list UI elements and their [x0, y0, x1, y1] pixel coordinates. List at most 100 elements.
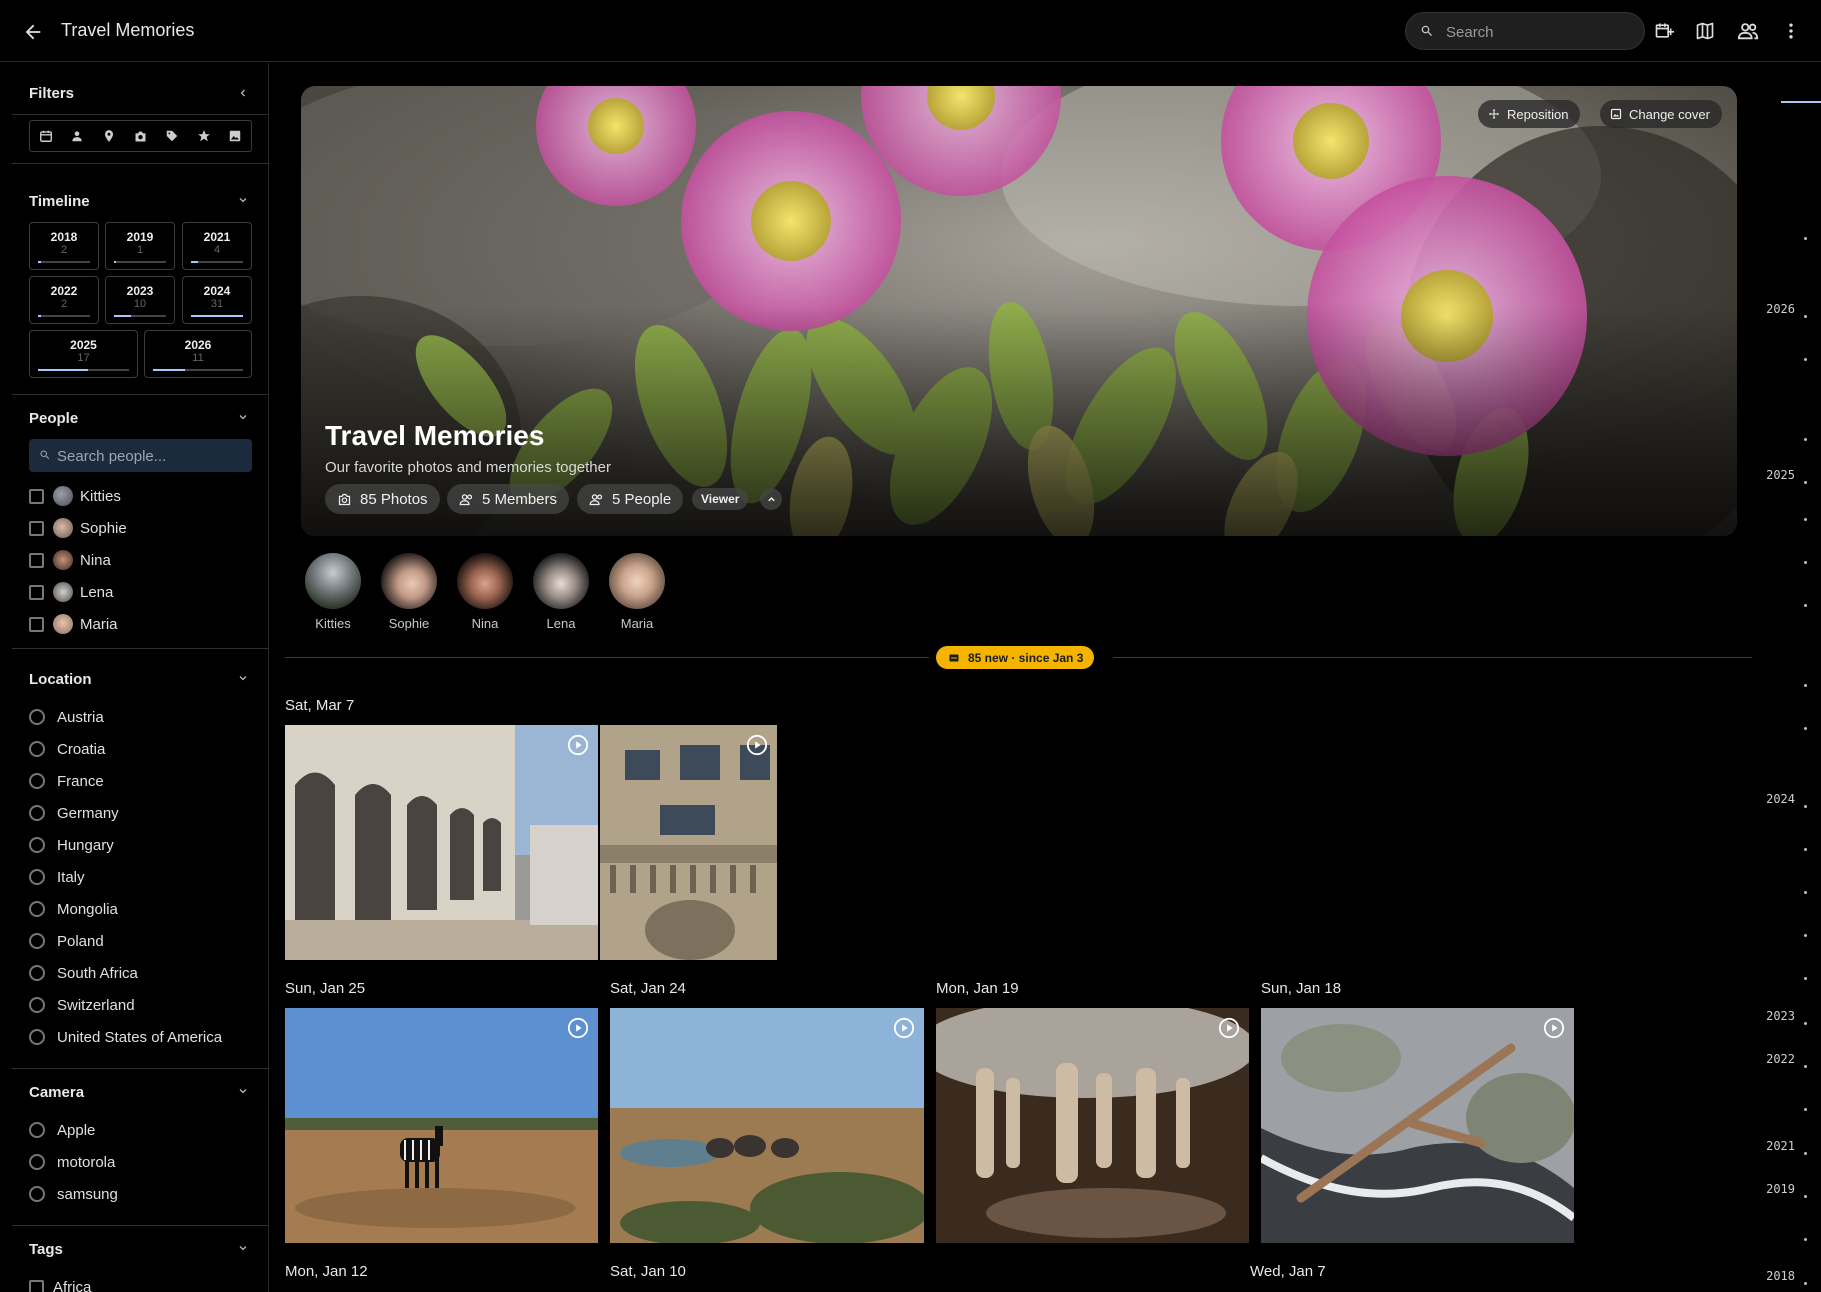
- members-chip[interactable]: 5 Members: [447, 484, 570, 514]
- scrubber-year[interactable]: 2025: [1766, 468, 1795, 482]
- radio[interactable]: [29, 837, 45, 853]
- new-items-badge[interactable]: 85 new · since Jan 3: [936, 646, 1095, 669]
- radio[interactable]: [29, 1154, 45, 1170]
- add-to-calendar-button[interactable]: [1649, 16, 1679, 46]
- scrubber-year[interactable]: 2019: [1766, 1182, 1795, 1196]
- scrubber-year[interactable]: 2026: [1766, 302, 1795, 316]
- checkbox[interactable]: [29, 616, 44, 632]
- year-2025-button[interactable]: 2025 17: [29, 330, 138, 378]
- location-option[interactable]: Poland: [29, 930, 104, 952]
- people-chip[interactable]: 5 People: [577, 484, 684, 514]
- scrubber-year[interactable]: 2021: [1766, 1139, 1795, 1153]
- tag-option[interactable]: Africa: [29, 1276, 91, 1292]
- radio[interactable]: [29, 901, 45, 917]
- people-toggle[interactable]: [234, 408, 252, 426]
- location-option[interactable]: Mongolia: [29, 898, 118, 920]
- photo-tile[interactable]: [285, 1008, 598, 1243]
- camera-option[interactable]: motorola: [29, 1151, 115, 1173]
- year-2021-button[interactable]: 2021 4: [182, 222, 252, 270]
- scrubber-position-indicator[interactable]: [1781, 101, 1821, 103]
- filter-favorite-button[interactable]: [188, 121, 220, 151]
- filter-tag-button[interactable]: [156, 121, 188, 151]
- photo-tile[interactable]: [1261, 1008, 1574, 1243]
- collapse-hero-button[interactable]: [760, 488, 782, 510]
- search-box[interactable]: [1405, 12, 1645, 50]
- person-avatar-item[interactable]: Nina: [457, 553, 513, 631]
- radio[interactable]: [29, 805, 45, 821]
- chevron-down-icon: [239, 415, 247, 420]
- year-2024-button[interactable]: 2024 31: [182, 276, 252, 324]
- radio[interactable]: [29, 1122, 45, 1138]
- photo-tile[interactable]: [936, 1008, 1249, 1243]
- person-avatar-item[interactable]: Lena: [533, 553, 589, 631]
- filter-media-button[interactable]: [219, 121, 251, 151]
- scrubber-year[interactable]: 2018: [1766, 1269, 1795, 1283]
- radio[interactable]: [29, 1186, 45, 1202]
- checkbox[interactable]: [29, 1279, 44, 1292]
- photo-thumbnail: [936, 1008, 1249, 1243]
- person-filter-item[interactable]: Lena: [29, 581, 113, 603]
- people-search-box[interactable]: [29, 439, 252, 472]
- back-button[interactable]: [18, 17, 48, 47]
- filter-person-button[interactable]: [62, 121, 94, 151]
- map-button[interactable]: [1690, 16, 1720, 46]
- people-search-input[interactable]: [57, 447, 242, 465]
- year-2018-button[interactable]: 2018 2: [29, 222, 99, 270]
- photo-tile[interactable]: [600, 725, 777, 960]
- filter-location-button[interactable]: [93, 121, 125, 151]
- collapse-sidebar-button[interactable]: [234, 84, 252, 102]
- location-option[interactable]: France: [29, 770, 104, 792]
- radio[interactable]: [29, 741, 45, 757]
- checkbox[interactable]: [29, 488, 44, 504]
- person-filter-item[interactable]: Sophie: [29, 517, 127, 539]
- location-option[interactable]: Austria: [29, 706, 104, 728]
- camera-option[interactable]: Apple: [29, 1119, 95, 1141]
- scrubber-year[interactable]: 2022: [1766, 1052, 1795, 1066]
- person-filter-item[interactable]: Kitties: [29, 485, 121, 507]
- checkbox[interactable]: [29, 520, 44, 536]
- scrubber-year[interactable]: 2023: [1766, 1009, 1795, 1023]
- person-filter-item[interactable]: Nina: [29, 549, 111, 571]
- camera-toggle[interactable]: [234, 1082, 252, 1100]
- person-avatar-item[interactable]: Kitties: [305, 553, 361, 631]
- timeline-toggle[interactable]: [234, 191, 252, 209]
- reposition-button[interactable]: Reposition: [1478, 100, 1581, 128]
- filter-date-button[interactable]: [30, 121, 62, 151]
- search-input[interactable]: [1446, 21, 1631, 43]
- change-cover-button[interactable]: Change cover: [1600, 100, 1722, 128]
- people-button[interactable]: [1733, 16, 1763, 46]
- location-option[interactable]: Switzerland: [29, 994, 135, 1016]
- radio[interactable]: [29, 709, 45, 725]
- date-group-header: Mon, Jan 12: [285, 1263, 368, 1280]
- location-option[interactable]: South Africa: [29, 962, 138, 984]
- year-2022-button[interactable]: 2022 2: [29, 276, 99, 324]
- radio[interactable]: [29, 965, 45, 981]
- checkbox[interactable]: [29, 552, 44, 568]
- radio[interactable]: [29, 933, 45, 949]
- person-avatar-item[interactable]: Sophie: [381, 553, 437, 631]
- tags-toggle[interactable]: [234, 1239, 252, 1257]
- checkbox[interactable]: [29, 584, 44, 600]
- year-2023-button[interactable]: 2023 10: [105, 276, 175, 324]
- radio[interactable]: [29, 869, 45, 885]
- location-option[interactable]: Croatia: [29, 738, 105, 760]
- location-option[interactable]: Italy: [29, 866, 85, 888]
- location-option[interactable]: United States of America: [29, 1026, 222, 1048]
- year-2019-button[interactable]: 2019 1: [105, 222, 175, 270]
- person-filter-item[interactable]: Maria: [29, 613, 118, 635]
- scrubber-year[interactable]: 2024: [1766, 792, 1795, 806]
- camera-option[interactable]: samsung: [29, 1183, 118, 1205]
- person-avatar-item[interactable]: Maria: [609, 553, 665, 631]
- radio[interactable]: [29, 773, 45, 789]
- location-option[interactable]: Hungary: [29, 834, 114, 856]
- location-option[interactable]: Germany: [29, 802, 119, 824]
- radio[interactable]: [29, 1029, 45, 1045]
- filter-camera-button[interactable]: [125, 121, 157, 151]
- more-options-button[interactable]: [1776, 16, 1806, 46]
- radio[interactable]: [29, 997, 45, 1013]
- year-2026-button[interactable]: 2026 11: [144, 330, 252, 378]
- photo-tile[interactable]: [610, 1008, 924, 1243]
- photo-tile[interactable]: [285, 725, 598, 960]
- photos-count-chip[interactable]: 85 Photos: [325, 484, 440, 514]
- location-toggle[interactable]: [234, 669, 252, 687]
